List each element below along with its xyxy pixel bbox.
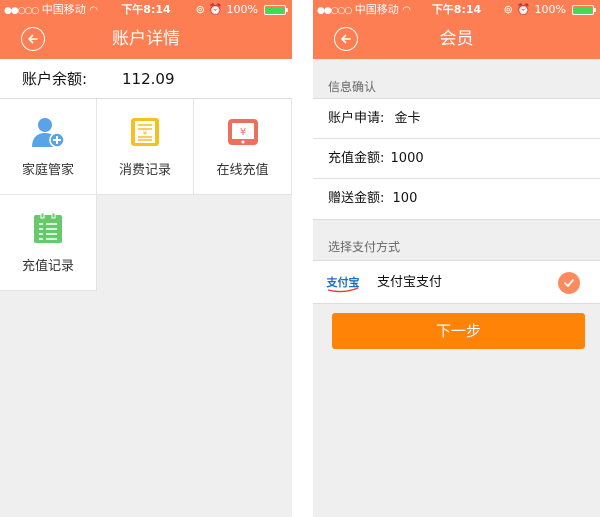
tile-label: 消费记录 <box>118 163 171 178</box>
alipay-logo-text: 支付宝 <box>326 275 360 289</box>
section-info-confirm: 信息确认 <box>328 80 377 94</box>
balance-value: 112.09 <box>122 70 175 88</box>
tile-recharge-record[interactable]: 充值记录 <box>0 195 97 291</box>
screen-divider <box>292 0 313 517</box>
page-title: 会员 <box>439 29 474 49</box>
battery-percent: 100% <box>534 3 566 16</box>
lock-rotation-icon: ⊚ <box>503 3 513 16</box>
status-bar: ●●○○○ 中国移动 ◠ 下午8:14 ⊚ ⏰ 100% <box>0 0 292 20</box>
nav-bar: 会员 <box>313 20 600 59</box>
balance-row: 账户余额: 112.09 <box>0 59 292 99</box>
svg-text:¥: ¥ <box>239 127 245 138</box>
alipay-logo: 支付宝 <box>326 275 360 293</box>
tile-label: 充值记录 <box>21 259 74 274</box>
payment-label: 支付宝支付 <box>377 275 443 290</box>
svg-text:¥: ¥ <box>143 130 148 138</box>
info-row-bonus-amount: 赠送金额: 100 <box>313 179 600 219</box>
battery-percent: 100% <box>226 3 258 16</box>
user-add-icon <box>32 118 65 148</box>
balance-label: 账户余额: <box>22 70 88 88</box>
section-payment-method: 选择支付方式 <box>328 240 401 254</box>
battery-icon <box>572 5 596 15</box>
receipt-icon: ¥ <box>131 118 159 146</box>
account-detail-screen: ●●○○○ 中国移动 ◠ 下午8:14 ⊚ ⏰ 100% 账户详情 账户余额: … <box>0 0 292 517</box>
tile-online-recharge[interactable]: ¥ 在线充值 <box>194 99 292 195</box>
tile-label: 在线充值 <box>216 163 269 178</box>
nav-bar: 账户详情 <box>0 20 292 59</box>
info-value: 100 <box>392 191 418 206</box>
info-list: 账户申请: 金卡 充值金额: 1000 赠送金额: 100 <box>313 98 600 220</box>
info-row-recharge-amount: 充值金额: 1000 <box>313 139 600 179</box>
tile-consumption-record[interactable]: ¥ 消费记录 <box>97 99 194 195</box>
info-value: 1000 <box>390 151 424 166</box>
check-icon[interactable] <box>558 272 580 294</box>
payment-option-alipay[interactable]: 支付宝 支付宝支付 <box>313 260 600 304</box>
clipboard-icon <box>34 212 62 243</box>
info-value: 金卡 <box>394 111 421 126</box>
battery-icon <box>264 5 288 15</box>
page-title: 账户详情 <box>112 29 180 49</box>
header: ●●○○○ 中国移动 ◠ 下午8:14 ⊚ ⏰ 100% 会员 <box>313 0 600 59</box>
header: ●●○○○ 中国移动 ◠ 下午8:14 ⊚ ⏰ 100% 账户详情 <box>0 0 292 59</box>
lock-rotation-icon: ⊚ <box>195 3 205 16</box>
alarm-icon: ⏰ <box>516 3 531 16</box>
alarm-icon: ⏰ <box>208 3 223 16</box>
info-label: 账户申请: <box>328 111 385 126</box>
tile-label: 家庭管家 <box>21 163 74 178</box>
member-screen: ●●○○○ 中国移动 ◠ 下午8:14 ⊚ ⏰ 100% 会员 信息确认 账户申… <box>313 0 600 517</box>
next-step-button[interactable]: 下一步 <box>332 313 585 349</box>
info-label: 赠送金额: <box>328 191 385 206</box>
tablet-yen-icon: ¥ <box>227 119 258 145</box>
status-bar: ●●○○○ 中国移动 ◠ 下午8:14 ⊚ ⏰ 100% <box>313 0 600 20</box>
info-row-account-type: 账户申请: 金卡 <box>313 99 600 139</box>
info-label: 充值金额: <box>328 151 385 166</box>
tile-family-manager[interactable]: 家庭管家 <box>0 99 97 195</box>
